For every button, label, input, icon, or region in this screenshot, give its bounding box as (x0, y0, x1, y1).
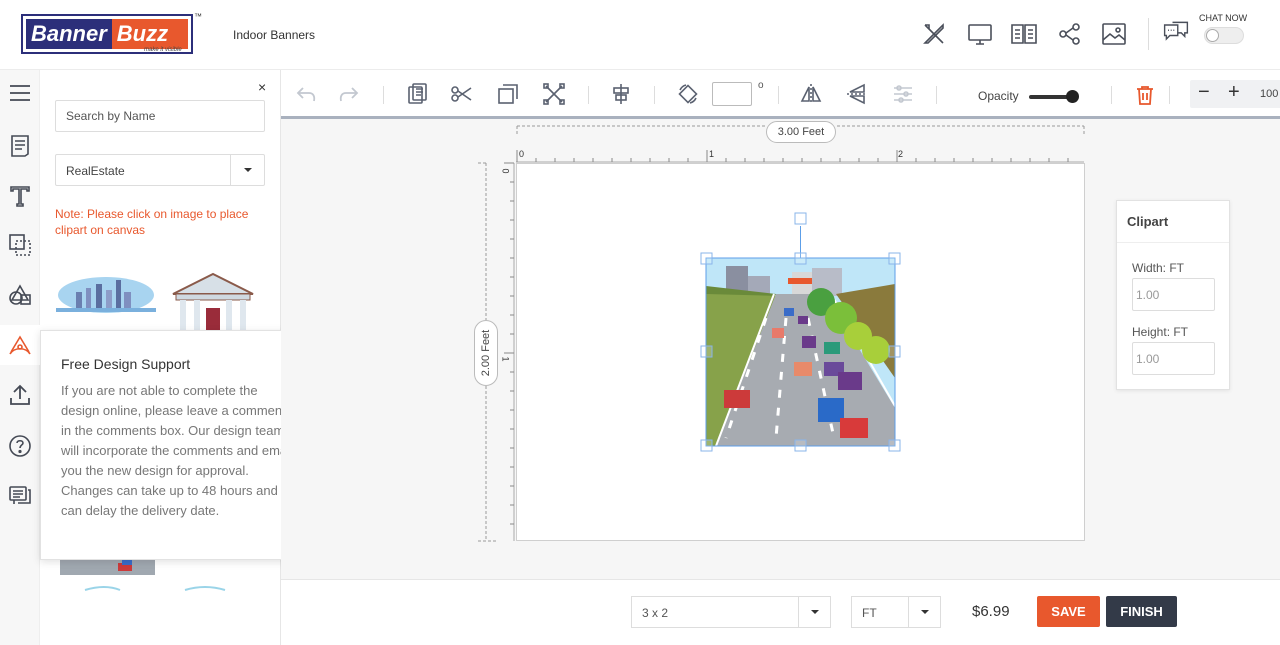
opacity-slider-handle[interactable] (1066, 90, 1079, 103)
width-input[interactable] (1132, 278, 1215, 311)
canvas-height-label: 2.00 Feet (474, 320, 498, 386)
text-tool-icon[interactable] (0, 176, 40, 216)
editor-toolbar: o Opacity − + 100 (281, 70, 1280, 119)
header: Banner Buzz ™ make it visible Indoor Ban… (0, 0, 1280, 70)
props-title: Clipart (1127, 214, 1169, 229)
clipart-search-input[interactable] (55, 100, 265, 132)
delete-selection-icon[interactable] (542, 82, 566, 106)
clipart-tool-icon[interactable] (0, 325, 40, 365)
help-icon[interactable] (0, 426, 40, 466)
menu-icon[interactable] (0, 73, 40, 113)
logo-trademark: ™ (194, 12, 202, 21)
toolbar-divider (1111, 86, 1112, 104)
height-input[interactable] (1132, 342, 1215, 375)
chevron-down-icon[interactable] (798, 597, 830, 627)
unit-value: FT (862, 606, 877, 620)
ruler-top-label: 1 (709, 149, 715, 159)
paste-icon[interactable] (405, 82, 429, 106)
redo-icon[interactable] (337, 82, 361, 106)
category-select[interactable]: RealEstate (55, 154, 265, 186)
toolbar-divider (778, 86, 779, 104)
image-upload-icon[interactable] (1100, 20, 1128, 48)
panel-close-button[interactable]: × (258, 79, 266, 95)
zoom-out-button[interactable]: − (1198, 81, 1210, 104)
toolbar-divider (588, 86, 589, 104)
zoom-in-button[interactable]: + (1228, 81, 1240, 104)
zoom-value[interactable]: 100 (1260, 88, 1278, 100)
design-tools-icon[interactable] (920, 20, 948, 48)
adjust-icon[interactable] (891, 82, 915, 106)
height-label: Height: FT (1132, 325, 1189, 339)
size-value: 3 x 2 (642, 606, 669, 620)
degree-symbol: o (758, 80, 764, 91)
clipart-thumb-row (84, 586, 226, 591)
unit-select[interactable]: FT (851, 596, 941, 628)
canvas-height-text: 2.00 Feet (480, 329, 492, 377)
chevron-down-icon[interactable] (908, 597, 940, 627)
logo-text-banner: Banner (26, 19, 112, 49)
chevron-down-icon[interactable] (230, 155, 264, 185)
ruler-top-label: 0 (519, 149, 525, 159)
canvas-width-label: 3.00 Feet (766, 121, 836, 143)
background-tool-icon[interactable] (0, 225, 40, 265)
duplicate-icon[interactable] (496, 82, 520, 106)
toolbar-divider (1169, 86, 1170, 104)
trash-icon[interactable] (1134, 84, 1156, 106)
chat-toggle[interactable] (1204, 27, 1244, 44)
category-value: RealEstate (66, 164, 125, 178)
template-icon[interactable] (1010, 20, 1038, 48)
logo-tagline: make it visible (144, 47, 182, 53)
product-details-icon[interactable] (0, 126, 40, 166)
flip-vertical-icon[interactable] (845, 82, 869, 106)
toggle-knob (1206, 29, 1219, 42)
finish-button[interactable]: FINISH (1106, 596, 1177, 627)
chat-now-label: CHAT NOW (1199, 13, 1248, 23)
size-select[interactable]: 3 x 2 (631, 596, 831, 628)
clipart-thumb-bank[interactable] (168, 272, 258, 330)
undo-icon[interactable] (294, 82, 318, 106)
selected-clipart-highway[interactable] (695, 210, 910, 456)
ruler-top-label: 2 (898, 149, 904, 159)
toolbar-divider (936, 86, 937, 104)
toolbar-divider (654, 86, 655, 104)
share-icon[interactable] (1056, 20, 1084, 48)
popup-body: If you are not able to complete the desi… (61, 383, 293, 518)
desktop-preview-icon[interactable] (966, 20, 994, 48)
props-divider (1117, 242, 1229, 243)
comments-icon[interactable] (0, 475, 40, 515)
flip-horizontal-icon[interactable] (799, 82, 823, 106)
design-support-popup: Free Design Support × If you are not abl… (40, 330, 310, 560)
upload-icon[interactable] (0, 375, 40, 415)
rotation-angle-input[interactable] (712, 82, 752, 106)
zoom-control: − + 100 (1190, 80, 1280, 108)
clipart-note: Note: Please click on image to place cli… (55, 207, 249, 237)
rotate-icon[interactable] (676, 82, 700, 106)
save-button[interactable]: SAVE (1037, 596, 1100, 627)
product-name: Indoor Banners (233, 28, 316, 42)
shapes-tool-icon[interactable] (0, 275, 40, 315)
left-rail (0, 70, 40, 645)
clipart-properties-panel: Clipart Width: FT Height: FT (1116, 200, 1230, 390)
logo-text-buzz: Buzz (111, 19, 188, 49)
align-center-icon[interactable] (609, 82, 633, 106)
clipart-thumb-city-skyline[interactable] (56, 270, 156, 315)
price: $6.99 (972, 603, 1010, 620)
width-label: Width: FT (1132, 261, 1185, 275)
opacity-label: Opacity (978, 89, 1019, 103)
cut-icon[interactable] (450, 82, 474, 106)
header-divider (1148, 18, 1149, 50)
popup-title: Free Design Support (61, 356, 191, 372)
toolbar-divider (383, 86, 384, 104)
ruler-left-label: 0 (500, 168, 511, 174)
chat-icon[interactable] (1162, 18, 1194, 50)
ruler-left-label: 1 (500, 356, 511, 362)
